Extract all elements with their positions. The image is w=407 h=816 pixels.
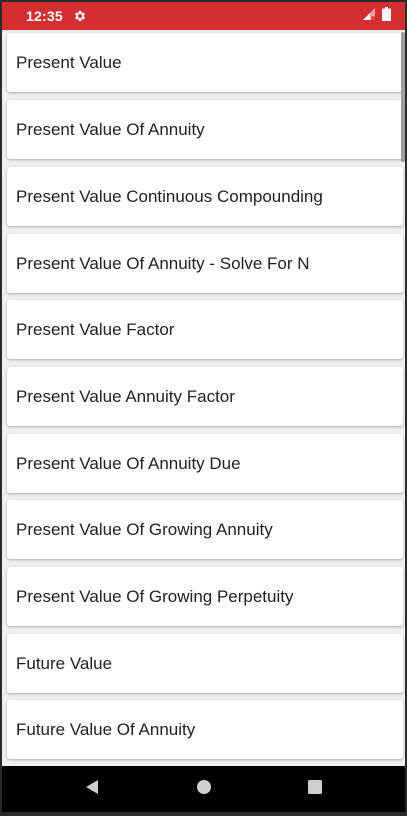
list-item-label: Present Value Of Growing Perpetuity	[16, 586, 294, 606]
list-item-label: Present Value Factor	[16, 319, 175, 339]
list-item[interactable]: Present Value Of Annuity Due	[7, 434, 403, 493]
list-item-label: Present Value Continuous Compounding	[16, 186, 323, 206]
recents-button[interactable]	[295, 766, 335, 812]
recents-icon	[308, 779, 322, 799]
scrollbar[interactable]	[401, 32, 405, 162]
list-item-label: Present Value Annuity Factor	[16, 386, 235, 406]
back-button[interactable]	[72, 766, 112, 812]
list-item-label: Present Value	[16, 52, 122, 72]
list-item[interactable]: Future Value	[7, 634, 403, 693]
gear-icon	[73, 9, 87, 23]
list-item[interactable]: Present Value Continuous Compounding	[7, 167, 403, 226]
list-item-label: Future Value	[16, 653, 113, 673]
list-item[interactable]: Present Value Annuity Factor	[7, 367, 403, 426]
list-item[interactable]: Present Value Factor	[7, 300, 403, 359]
home-button[interactable]	[184, 766, 224, 812]
calculator-list: Present Value Present Value Of Annuity P…	[2, 30, 405, 766]
list-item-label: Future Value Of Annuity	[16, 719, 196, 739]
list-item-label: Present Value Of Annuity	[16, 119, 205, 139]
home-icon	[196, 779, 212, 800]
list-item-label: Present Value Of Annuity Due	[16, 453, 241, 473]
battery-icon	[382, 6, 391, 26]
list-item[interactable]: Present Value Of Annuity - Solve For N	[7, 234, 403, 293]
status-icons	[362, 6, 391, 26]
list-item[interactable]: Present Value Of Growing Annuity	[7, 500, 403, 559]
status-bar: 12:35	[2, 2, 405, 30]
signal-icon	[362, 7, 376, 26]
navigation-bar	[2, 766, 405, 812]
phone-screen: 12:35 Present Value Present Value Of Ann…	[2, 2, 405, 812]
status-time: 12:35	[26, 8, 63, 24]
list-item[interactable]: Present Value	[7, 33, 403, 92]
list-item[interactable]: Future Value Of Annuity	[7, 700, 403, 759]
list-item-label: Present Value Of Annuity - Solve For N	[16, 253, 310, 273]
back-icon	[85, 779, 99, 800]
list-item[interactable]: Present Value Of Growing Perpetuity	[7, 567, 403, 626]
list-item-label: Present Value Of Growing Annuity	[16, 519, 273, 539]
list-item[interactable]: Present Value Of Annuity	[7, 100, 403, 159]
